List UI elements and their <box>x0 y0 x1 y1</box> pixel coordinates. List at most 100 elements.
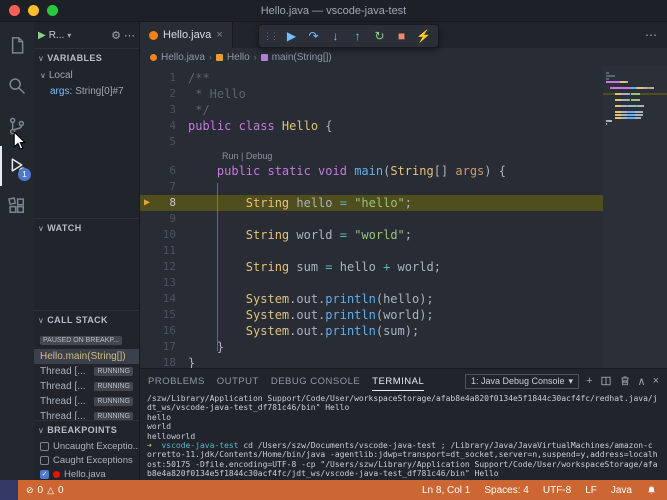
close-tab-icon[interactable]: × <box>216 29 222 41</box>
cursor-position-status[interactable]: Ln 8, Col 1 <box>422 485 470 496</box>
close-panel-button[interactable]: × <box>653 375 659 387</box>
new-terminal-button[interactable]: + <box>586 375 592 387</box>
chevron-down-icon: ∨ <box>40 70 46 80</box>
hot-code-replace-button[interactable]: ⚡ <box>413 26 434 46</box>
code-line[interactable]: 13 <box>140 275 603 291</box>
stop-button[interactable]: ■ <box>391 26 412 46</box>
code-line[interactable]: 10 String world = "world"; <box>140 227 603 243</box>
callstack-frame[interactable]: Thread [... RUNNING <box>34 364 139 379</box>
close-window-button[interactable] <box>9 5 20 16</box>
minimap-line <box>603 105 667 107</box>
breakpoint-checkbox[interactable]: ✓ <box>40 469 49 479</box>
variable-args-row[interactable]: args: String[0]#7 <box>34 83 139 99</box>
activity-extensions-icon[interactable] <box>0 186 34 226</box>
code-line[interactable]: 18} <box>140 355 603 368</box>
callstack-frame[interactable]: Thread [... RUNNING <box>34 394 139 409</box>
activity-bar: 1 <box>0 22 34 480</box>
debug-console-selector[interactable]: 1: Java Debug Console ▾ <box>464 373 580 389</box>
minimap[interactable] <box>603 66 667 368</box>
breadcrumb-class[interactable]: Hello <box>227 52 250 63</box>
status-corner-indicator[interactable] <box>0 480 18 500</box>
variables-scope-local[interactable]: ∨ Local <box>34 67 139 83</box>
terminal-content[interactable]: /szw/Library/Application Support/Code/Us… <box>140 393 667 480</box>
code-line[interactable]: 7 <box>140 179 603 195</box>
tab-problems[interactable]: PROBLEMS <box>148 372 205 391</box>
code-editor[interactable]: 1/** 2 * Hello 3 */4 public class Hello {5 R… <box>140 66 667 368</box>
tab-debug-console[interactable]: DEBUG CONSOLE <box>271 372 360 391</box>
tab-output[interactable]: OUTPUT <box>217 372 259 391</box>
continue-button[interactable]: ▶ <box>281 26 302 46</box>
callstack-frame[interactable]: Thread [... RUNNING <box>34 379 139 394</box>
glyph-margin <box>140 275 154 291</box>
restart-button[interactable]: ↻ <box>369 26 390 46</box>
call-stack-header[interactable]: ∨ CALL STACK <box>34 311 139 329</box>
chevron-down-icon: ∨ <box>38 425 45 435</box>
terminal-line: world <box>147 422 172 432</box>
glyph-margin <box>140 179 154 195</box>
step-out-button[interactable]: ↑ <box>347 26 368 46</box>
editor-more-actions-icon[interactable]: ⋯ <box>645 28 657 42</box>
maximize-panel-button[interactable]: ∧ <box>638 375 646 388</box>
line-number: 5 <box>169 135 176 148</box>
breakpoint-checkbox[interactable] <box>40 455 49 465</box>
code-line[interactable]: ▶ 8 String hello = "hello"; <box>140 195 603 211</box>
code-line[interactable]: 9 <box>140 211 603 227</box>
code-line[interactable]: 11 <box>140 243 603 259</box>
minimap-line <box>603 90 667 92</box>
debug-sidebar-toolbar: ▶ R... ▾ ⚙ ⋯ <box>34 22 139 48</box>
code-line[interactable]: 17 } <box>140 339 603 355</box>
chevron-down-icon[interactable]: ▾ <box>67 31 71 40</box>
breadcrumb-method[interactable]: main(String[]) <box>272 52 332 63</box>
debug-config-dropdown[interactable]: R... <box>49 30 65 41</box>
callstack-frame[interactable]: Thread [... RUNNING <box>34 409 139 420</box>
watch-header[interactable]: ∨ WATCH <box>34 219 139 237</box>
more-actions-icon[interactable]: ⋯ <box>124 29 135 42</box>
activity-search-icon[interactable] <box>0 66 34 106</box>
problems-status[interactable]: ⊘ 0 △ 0 <box>18 485 72 496</box>
breadcrumb-file[interactable]: Hello.java <box>161 52 205 63</box>
code-line[interactable]: 16 System.out.println(sum); <box>140 323 603 339</box>
eol-status[interactable]: LF <box>585 485 597 496</box>
code-line[interactable]: 6 public static void main(String[] args)… <box>140 163 603 179</box>
breakpoint-item[interactable]: Caught Exceptions <box>34 453 139 467</box>
language-mode-status[interactable]: Java <box>611 485 632 496</box>
code-line[interactable]: 2 * Hello <box>140 86 603 102</box>
breakpoint-item[interactable]: ✓ Hello.java <box>34 467 139 480</box>
minimap-line <box>603 99 667 101</box>
code-line[interactable]: 4 public class Hello { <box>140 118 603 134</box>
code-line[interactable]: 3 */ <box>140 102 603 118</box>
code-line[interactable]: 5 <box>140 134 603 150</box>
encoding-status[interactable]: UTF-8 <box>543 485 571 496</box>
minimap-line <box>603 84 667 86</box>
activity-explorer-icon[interactable] <box>0 26 34 66</box>
chevron-down-icon: ∨ <box>38 315 45 325</box>
warning-count: 0 <box>58 484 64 496</box>
breakpoints-header[interactable]: ∨ BREAKPOINTS <box>34 421 139 439</box>
code-line[interactable]: 1 /** <box>140 70 603 86</box>
gear-icon[interactable]: ⚙ <box>111 29 121 42</box>
editor-area: Hello.java × ⋯ ⋮⋮ ▶ ↷ ↓ ↑ ↻ ■ ⚡ Hello.ja… <box>140 22 667 480</box>
indentation-status[interactable]: Spaces: 4 <box>484 485 528 496</box>
step-into-button[interactable]: ↓ <box>325 26 346 46</box>
code-line[interactable]: 14 System.out.println(hello); <box>140 291 603 307</box>
step-over-button[interactable]: ↷ <box>303 26 324 46</box>
zoom-window-button[interactable] <box>47 5 58 16</box>
tab-hello-java[interactable]: Hello.java × <box>140 22 233 48</box>
code-line[interactable]: 15 System.out.println(world); <box>140 307 603 323</box>
drag-handle-icon[interactable]: ⋮⋮ <box>263 31 280 42</box>
breakpoint-checkbox[interactable] <box>40 441 49 451</box>
chevron-down-icon: ∨ <box>38 223 45 233</box>
notifications-bell-icon[interactable] <box>646 485 657 496</box>
tab-terminal[interactable]: TERMINAL <box>372 372 425 391</box>
split-terminal-button[interactable] <box>600 375 612 387</box>
minimize-window-button[interactable] <box>28 5 39 16</box>
class-icon <box>215 53 223 61</box>
breakpoint-item[interactable]: Uncaught Exceptio... <box>34 439 139 453</box>
kill-terminal-button[interactable] <box>619 375 631 387</box>
start-debug-button[interactable]: ▶ <box>38 30 46 41</box>
variables-header[interactable]: ∨ VARIABLES <box>34 49 139 67</box>
code-line[interactable]: 12 String sum = hello + world; <box>140 259 603 275</box>
codelens-run-debug[interactable]: Run | Debug <box>140 150 603 163</box>
callstack-frame[interactable]: Hello.main(String[]) <box>34 349 139 364</box>
